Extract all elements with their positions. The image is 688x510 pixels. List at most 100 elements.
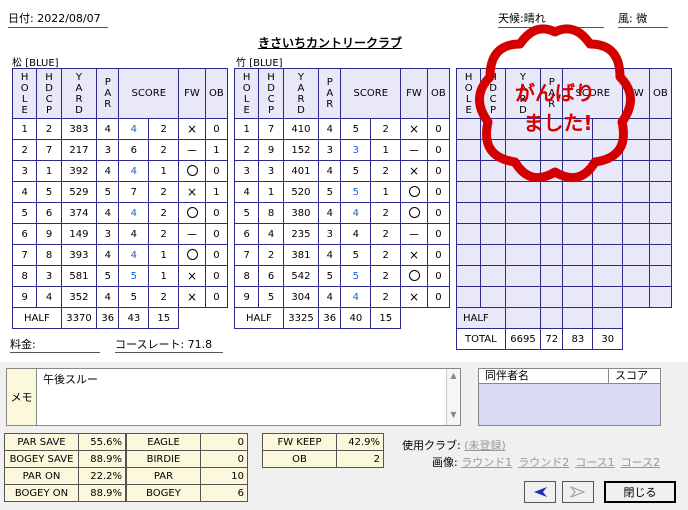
score-cell: 3 — [340, 139, 372, 161]
fw-cell — [400, 202, 428, 224]
fw-cell — [400, 181, 428, 203]
half-yard: 3325 — [282, 307, 320, 329]
hole-row: 6 4 235 3 4 2 － 0 — [233, 223, 451, 245]
hole-cell: 6 — [233, 223, 260, 245]
empty-cell — [480, 223, 506, 245]
score-cell: 4 — [118, 118, 150, 140]
scroll-up-icon[interactable]: ▲ — [447, 371, 460, 380]
score-cell: 4 — [118, 160, 150, 182]
stat-label: BIRDIE — [126, 450, 201, 468]
putts-cell: 1 — [148, 160, 180, 182]
yard-cell: 352 — [60, 286, 98, 308]
fw-hit-icon — [186, 207, 198, 219]
score-cell: 7 — [118, 181, 150, 203]
hole-cell: 2 — [11, 139, 38, 161]
putts-cell: 2 — [148, 181, 180, 203]
prev-button[interactable] — [524, 481, 556, 503]
out-score-table: HOLE HDCP YARD PAR SCORE FW OB 1 2 383 4 4 2 × 0 2 7 217 3… — [11, 68, 229, 329]
image-link-1[interactable]: ラウンド1 — [461, 456, 512, 469]
stat-label: PAR ON — [4, 467, 79, 485]
empty-cell — [648, 244, 673, 266]
hole-cell: 1 — [233, 118, 260, 140]
par-cell: 4 — [318, 202, 342, 224]
par-cell: 5 — [96, 181, 120, 203]
ob-cell: 0 — [204, 202, 229, 224]
fw-hit-icon — [408, 270, 420, 282]
image-link-3[interactable]: コース1 — [575, 456, 614, 469]
par-cell: 4 — [96, 202, 120, 224]
hole-cell: 8 — [233, 265, 260, 287]
yard-cell: 529 — [60, 181, 98, 203]
hdcp-cell: 6 — [36, 202, 62, 224]
fw-cell: × — [178, 265, 206, 287]
scorecard: 日付: 2022/08/07 天候:晴れ 風: 微 きさいちカントリークラブ 松… — [0, 0, 688, 362]
fw-miss-icon: × — [408, 248, 420, 262]
par-cell: 4 — [318, 160, 342, 182]
rating-label: コースレート: — [115, 338, 185, 351]
memo-scrollbar[interactable]: ▲ ▼ — [446, 369, 460, 425]
half-label: HALF — [456, 307, 506, 329]
empty-cell — [540, 265, 564, 287]
empty-cell — [648, 181, 673, 203]
stamp: がんばり ました! — [475, 24, 635, 183]
half-label: HALF — [12, 307, 62, 329]
half-score: 43 — [118, 307, 150, 329]
empty-cell — [562, 265, 594, 287]
header-ob: OB — [648, 68, 673, 119]
image-link-2[interactable]: ラウンド2 — [518, 456, 569, 469]
header-fw: FW — [178, 68, 206, 119]
empty-cell — [622, 202, 650, 224]
empty-cell — [455, 202, 482, 224]
memo-box: メモ 午後スルー ▲ ▼ — [6, 368, 461, 426]
fw-cell: × — [400, 244, 428, 266]
score-cell: 4 — [118, 244, 150, 266]
hole-row: 8 6 542 5 5 2 0 — [233, 265, 451, 287]
score-cell: 6 — [118, 139, 150, 161]
arrow-left-icon — [534, 487, 547, 497]
image-link-4[interactable]: コース2 — [621, 456, 660, 469]
putts-cell: 2 — [148, 286, 180, 308]
hole-row: 9 4 352 4 5 2 × 0 — [11, 286, 229, 308]
par-cell: 4 — [96, 244, 120, 266]
empty-cell — [455, 244, 482, 266]
half-label: HALF — [234, 307, 284, 329]
score-cell: 5 — [118, 286, 150, 308]
yard-cell: 152 — [282, 139, 320, 161]
close-button[interactable]: 閉じる — [604, 481, 676, 503]
empty-cell — [648, 286, 673, 308]
par-cell: 3 — [318, 223, 342, 245]
ob-cell: 0 — [426, 181, 451, 203]
par-cell: 4 — [318, 244, 342, 266]
scroll-down-icon[interactable]: ▼ — [447, 410, 460, 419]
putts-cell: 2 — [148, 202, 180, 224]
hdcp-cell: 2 — [258, 244, 284, 266]
fw-cell: － — [178, 223, 206, 245]
score-cell: 5 — [340, 181, 372, 203]
empty-cell — [480, 202, 506, 224]
score-cell: 4 — [118, 223, 150, 245]
stats-table-counts: EAGLE 0 BIRDIE 0 PAR 10 BOGEY 6 — [126, 433, 248, 502]
header-fw: FW — [400, 68, 428, 119]
club-link[interactable]: (未登録) — [464, 439, 506, 452]
header-score: SCORE — [118, 68, 180, 119]
next-button[interactable] — [562, 481, 594, 503]
stat-value: 22.2% — [78, 467, 126, 485]
hole-row: 2 7 217 3 6 2 － 1 — [11, 139, 229, 161]
hole-cell: 3 — [11, 160, 38, 182]
par-cell: 5 — [318, 265, 342, 287]
fw-miss-icon: × — [408, 164, 420, 178]
companion-list[interactable]: 同伴者名 スコア — [478, 368, 661, 426]
empty-cell — [622, 265, 650, 287]
hdcp-cell: 5 — [36, 181, 62, 203]
hole-cell: 7 — [233, 244, 260, 266]
putts-cell: 2 — [370, 118, 402, 140]
memo-text[interactable]: 午後スルー — [43, 371, 98, 387]
hdcp-cell: 1 — [36, 160, 62, 182]
ob-cell: 0 — [204, 286, 229, 308]
putts-cell: 2 — [148, 223, 180, 245]
empty-cell — [648, 139, 673, 161]
companion-name-header: 同伴者名 — [479, 369, 609, 383]
stats-table-fw: FW KEEP 42.9% OB 2 — [262, 433, 384, 468]
empty-cell — [480, 286, 506, 308]
fw-miss-icon: × — [408, 290, 420, 304]
